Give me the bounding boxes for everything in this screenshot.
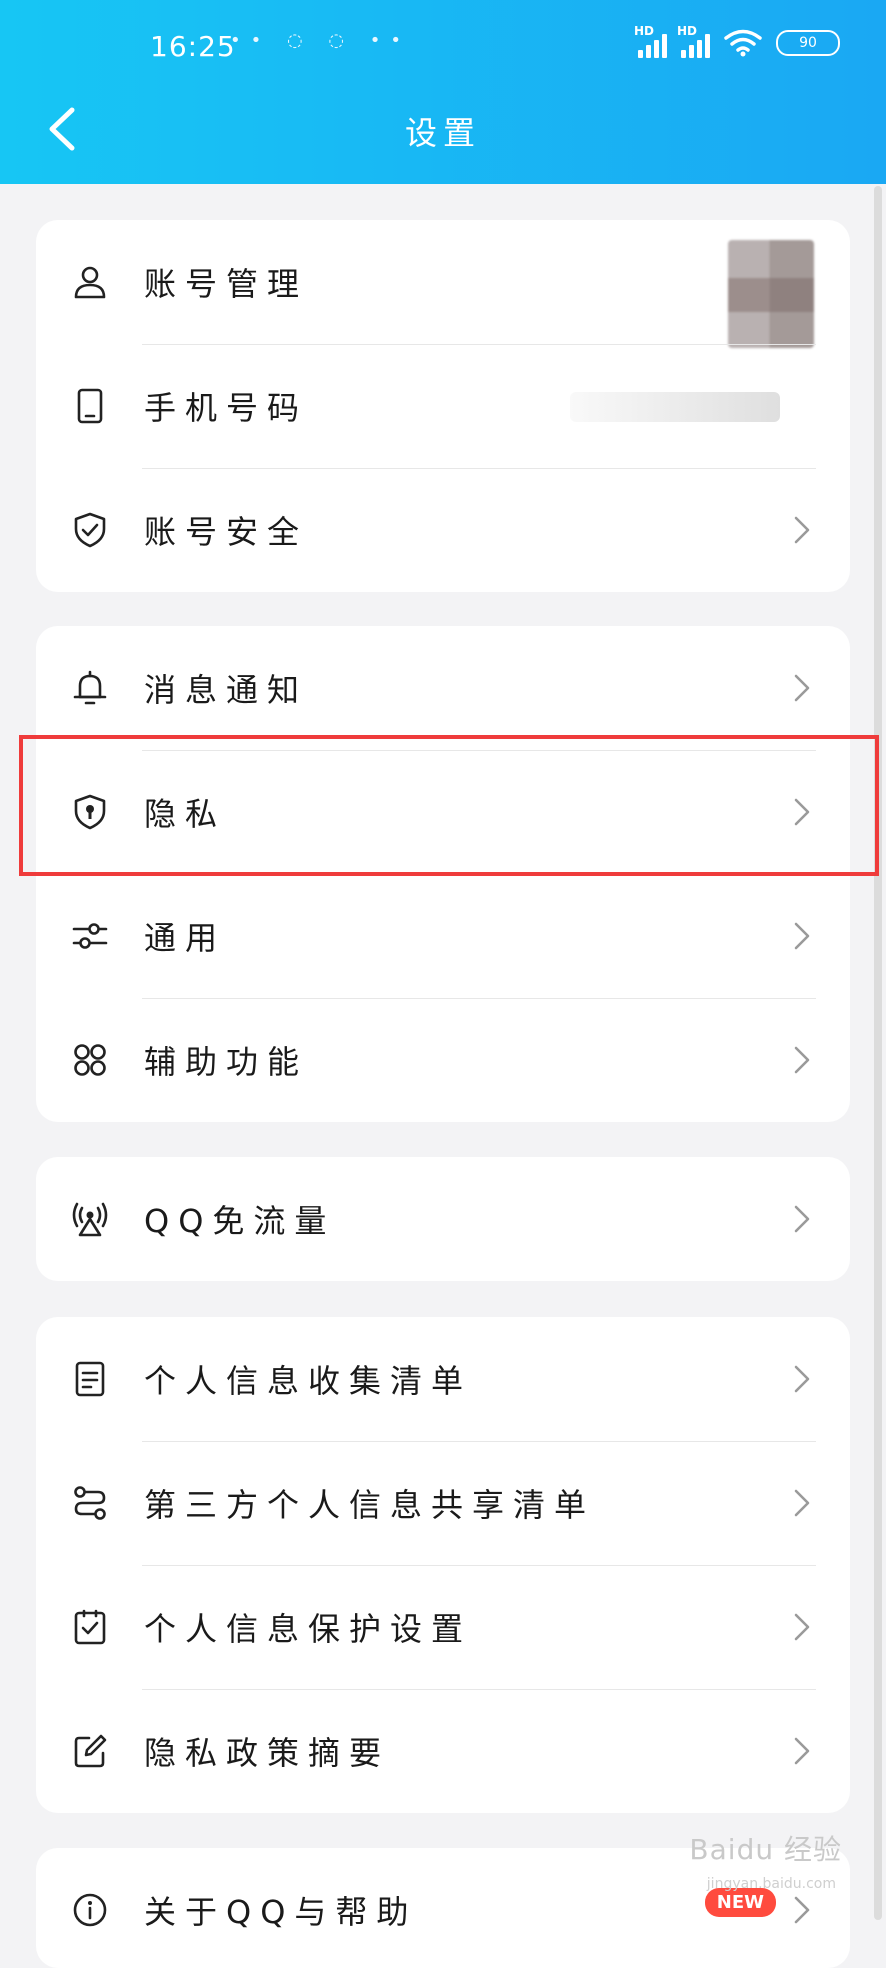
highlight-box — [19, 735, 879, 876]
phone-icon — [77, 388, 103, 424]
hd-label-2: HD — [677, 24, 698, 38]
broadcast-icon — [72, 1202, 108, 1237]
signal-icon-1: HD — [634, 24, 667, 58]
chevron-right-icon — [794, 1046, 810, 1074]
menu-item-qq-free-data[interactable]: QQ免流量 — [36, 1157, 850, 1281]
menu-item-label: 辅助功能 — [144, 1043, 309, 1081]
menu-item-label: 手机号码 — [144, 389, 309, 427]
edit-icon — [74, 1734, 107, 1768]
menu-item-label: 隐私政策摘要 — [144, 1734, 391, 1772]
status-icons: HD HD 90 — [634, 24, 840, 58]
battery-indicator: 90 — [776, 30, 840, 56]
share-icon — [74, 1486, 106, 1520]
menu-item-label: 账号管理 — [144, 265, 309, 303]
menu-item-third-party-share-list[interactable]: 第三方个人信息共享清单 — [36, 1441, 850, 1565]
menu-item-label: QQ免流量 — [144, 1202, 336, 1240]
checkbox-icon — [74, 1609, 106, 1645]
menu-item-label: 关于QQ与帮助 — [144, 1893, 418, 1931]
new-badge: NEW — [704, 1888, 776, 1917]
chevron-right-icon — [794, 1489, 810, 1517]
chevron-right-icon — [794, 922, 810, 950]
avatar[interactable] — [728, 240, 814, 348]
menu-item-label: 第三方个人信息共享清单 — [144, 1486, 596, 1524]
menu-item-label: 通用 — [144, 919, 227, 957]
menu-item-info-collection-list[interactable]: 个人信息收集清单 — [36, 1317, 850, 1441]
chevron-right-icon — [794, 1896, 810, 1924]
watermark: Baidu 经验 — [689, 1833, 842, 1866]
settings-group-data: QQ免流量 — [36, 1157, 850, 1281]
menu-item-privacy-policy-summary[interactable]: 隐私政策摘要 — [36, 1689, 850, 1813]
chevron-right-icon — [794, 1205, 810, 1233]
grid-icon — [74, 1044, 106, 1076]
shield-check-icon — [74, 512, 106, 548]
menu-item-phone-number[interactable]: 手机号码 — [36, 344, 850, 468]
menu-item-label: 个人信息收集清单 — [144, 1362, 473, 1400]
page-title: 设置 — [404, 114, 481, 152]
scrollbar[interactable] — [874, 186, 882, 1920]
signal-icon-2: HD — [677, 24, 710, 58]
wifi-icon — [724, 29, 762, 57]
settings-group-account: 账号管理 手机号码 账号安全 — [36, 220, 850, 592]
menu-item-accessibility[interactable]: 辅助功能 — [36, 998, 850, 1122]
chevron-right-icon — [794, 516, 810, 544]
settings-group-personal-info: 个人信息收集清单 第三方个人信息共享清单 个人信息保护设置 隐私政策摘要 — [36, 1317, 850, 1813]
menu-item-account-management[interactable]: 账号管理 — [36, 220, 850, 348]
menu-item-label: 消息通知 — [144, 671, 309, 709]
status-notification-dots: •• ◌ ◌ •• — [230, 30, 412, 51]
menu-item-info-protection-settings[interactable]: 个人信息保护设置 — [36, 1565, 850, 1689]
hd-label-1: HD — [634, 24, 655, 38]
menu-item-label: 个人信息保护设置 — [144, 1610, 473, 1648]
chevron-right-icon — [794, 674, 810, 702]
status-time: 16:25 — [150, 30, 236, 63]
bell-icon — [73, 670, 107, 705]
info-icon — [73, 1893, 107, 1927]
menu-item-label: 账号安全 — [144, 513, 309, 551]
menu-item-notifications[interactable]: 消息通知 — [36, 626, 850, 750]
chevron-right-icon — [794, 1737, 810, 1765]
document-icon — [75, 1361, 105, 1397]
sliders-icon — [72, 923, 108, 949]
watermark-url: jingyan.baidu.com — [706, 1876, 836, 1892]
menu-item-general[interactable]: 通用 — [36, 874, 850, 998]
chevron-right-icon — [794, 1365, 810, 1393]
app-header: 16:25 •• ◌ ◌ •• HD HD 90 设置 — [0, 0, 886, 184]
person-icon — [74, 266, 106, 299]
chevron-right-icon — [794, 1613, 810, 1641]
phone-number-value-blurred — [570, 392, 780, 422]
menu-item-account-security[interactable]: 账号安全 — [36, 468, 850, 592]
